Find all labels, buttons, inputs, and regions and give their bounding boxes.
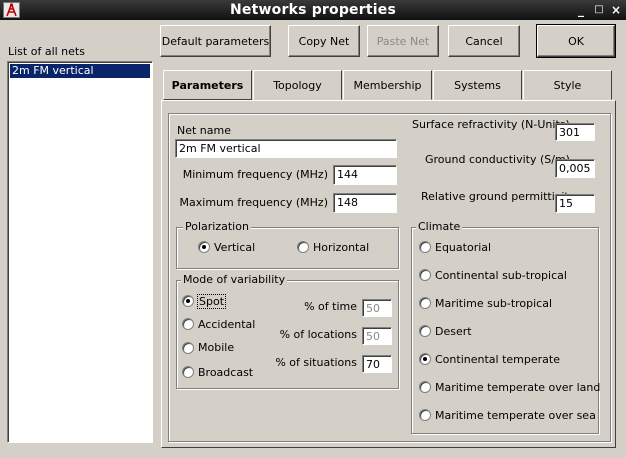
variability-spot-radio[interactable] [182,295,194,307]
climate-continental-subtropical-radio[interactable] [419,269,431,281]
variability-broadcast-label: Broadcast [198,366,254,379]
tab-parameters[interactable]: Parameters [163,70,252,100]
tab-systems[interactable]: Systems [433,70,522,100]
variability-spot-label: Spot [197,294,227,309]
max-frequency-label: Maximum frequency (MHz) [179,196,328,209]
minimize-icon[interactable]: _ [574,3,588,17]
variability-accidental-label: Accidental [198,318,256,331]
climate-equatorial-label: Equatorial [435,241,492,254]
polarization-horizontal-radio[interactable] [297,241,309,253]
cancel-button[interactable]: Cancel [448,25,520,57]
climate-continental-temperate-label: Continental temperate [435,353,560,366]
climate-desert-label: Desert [435,325,472,338]
list-item[interactable]: 2m FM vertical [10,64,150,78]
locations-field[interactable]: 50 [362,327,392,345]
variability-mobile-label: Mobile [198,341,235,354]
ok-button[interactable]: OK [536,24,616,58]
climate-label: Climate [416,220,463,233]
climate-continental-subtropical-label: Continental sub-tropical [435,269,567,282]
close-icon[interactable]: × [609,3,623,17]
nets-list[interactable]: 2m FM vertical [7,61,153,443]
climate-desert-radio[interactable] [419,325,431,337]
max-frequency-field[interactable]: 148 [333,193,397,213]
locations-label: % of locations [279,328,357,341]
variability-broadcast-radio[interactable] [182,366,194,378]
maximize-icon[interactable]: □ [592,3,606,17]
time-label: % of time [304,300,357,313]
climate-maritime-subtropical-radio[interactable] [419,297,431,309]
polarization-label: Polarization [183,220,251,233]
climate-equatorial-radio[interactable] [419,241,431,253]
surface-refractivity-label: Surface refractivity (N-Units) [412,118,570,131]
climate-maritime-temperate-sea-label: Maritime temperate over sea [435,409,596,422]
default-parameters-button[interactable]: Default parameters [160,25,271,57]
climate-maritime-subtropical-label: Maritime sub-tropical [435,297,553,310]
climate-continental-temperate-radio[interactable] [419,353,431,365]
title-bar[interactable]: Networks properties _ □ × [0,0,626,20]
tab-topology[interactable]: Topology [253,70,342,100]
time-field[interactable]: 50 [362,299,392,317]
variability-mobile-radio[interactable] [182,342,194,354]
tab-membership[interactable]: Membership [343,70,432,100]
climate-maritime-temperate-sea-radio[interactable] [419,409,431,421]
variability-label: Mode of variability [181,273,288,286]
variability-accidental-radio[interactable] [182,318,194,330]
window-title: Networks properties [230,2,396,18]
tab-style[interactable]: Style [523,70,612,100]
copy-net-button[interactable]: Copy Net [288,25,360,57]
polarization-vertical-radio[interactable] [198,241,210,253]
relative-permittivity-field[interactable]: 15 [555,194,595,213]
net-name-field[interactable]: 2m FM vertical [175,139,397,158]
polarization-vertical-label: Vertical [214,241,256,254]
net-name-label: Net name [177,124,232,137]
climate-maritime-temperate-land-label: Maritime temperate over land [435,381,601,394]
surface-refractivity-field[interactable]: 301 [555,123,595,141]
situations-field[interactable]: 70 [362,355,392,373]
paste-net-button[interactable]: Paste Net [367,25,439,57]
polarization-horizontal-label: Horizontal [313,241,370,254]
min-frequency-field[interactable]: 144 [333,165,397,185]
ground-conductivity-label: Ground conductivity (S/m) [425,153,570,166]
nets-list-label: List of all nets [8,45,85,58]
min-frequency-label: Minimum frequency (MHz) [182,168,328,181]
situations-label: % of situations [275,356,357,369]
climate-maritime-temperate-land-radio[interactable] [419,381,431,393]
ground-conductivity-field[interactable]: 0,005 [555,159,595,178]
relative-permittivity-label: Relative ground permittivity [421,190,576,203]
